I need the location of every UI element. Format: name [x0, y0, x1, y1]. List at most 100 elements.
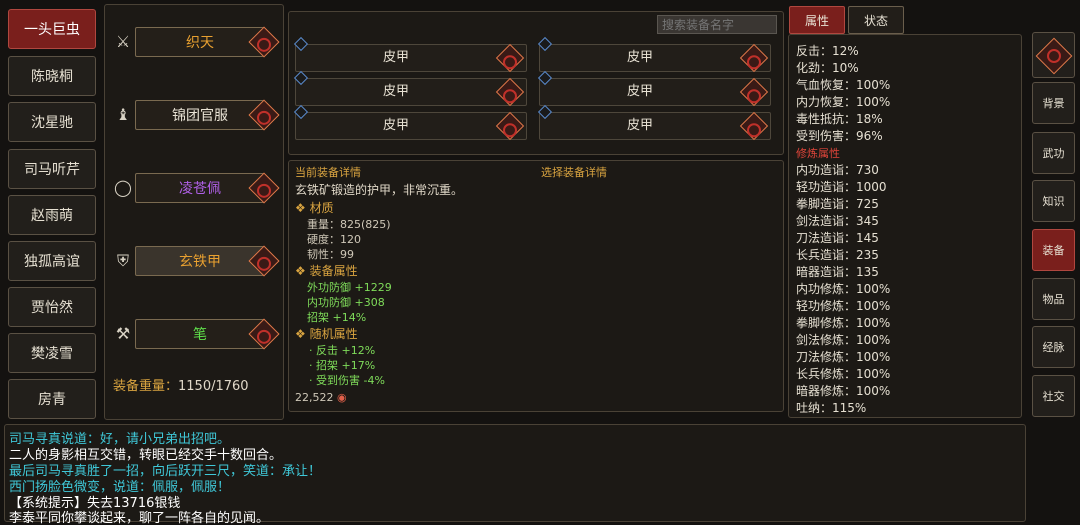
- stat-line: 受到伤害：96%: [796, 129, 883, 143]
- equip-weight-value: 1150/1760: [178, 379, 249, 394]
- character-list: 一头巨虫 陈晓桐 沈星驰 司马听芹 赵雨萌 独孤高谊 贾怡然 樊凌雪 房青: [4, 4, 100, 420]
- equipped-slots-panel: ⚔ 织天 ♝ 锦团官服 ◯ 凌苍佩 ⛨ 玄铁甲 ⚒ 笔 装备重量：1150/17…: [104, 4, 284, 420]
- attr-line: 内功防御 +308: [307, 296, 385, 309]
- stat-line: 剑法造诣：345: [796, 214, 879, 228]
- character-button[interactable]: 独孤高谊: [8, 241, 96, 281]
- sword-icon: ⚔: [115, 32, 131, 51]
- stat-line: 吐纳：115%: [796, 401, 867, 415]
- nav-martial-arts[interactable]: 武功: [1032, 132, 1075, 174]
- equip-icon[interactable]: [495, 77, 525, 107]
- attr-line: 外功防御 +1229: [307, 281, 392, 294]
- stats-section-header: 修炼属性: [796, 147, 840, 160]
- stat-line: 内功造诣：730: [796, 163, 879, 177]
- character-button[interactable]: 一头巨虫: [8, 9, 96, 49]
- search-input[interactable]: [657, 15, 777, 34]
- equip-name: 织天: [135, 27, 265, 57]
- stat-line: 拳脚造诣：725: [796, 197, 879, 211]
- character-button[interactable]: 沈星驰: [8, 102, 96, 142]
- stat-line: 拳脚修炼：100%: [796, 316, 891, 330]
- random-title: ❖ 随机属性: [295, 327, 358, 341]
- item-description: 玄铁矿锻造的护甲，非常沉重。: [295, 183, 464, 197]
- character-button[interactable]: 房青: [8, 379, 96, 419]
- equip-name: 锦团官服: [135, 100, 265, 130]
- equip-slot-tool[interactable]: ⚒ 笔: [105, 314, 285, 354]
- ring-icon: ◯: [114, 178, 132, 197]
- grid-item-name: 皮甲: [382, 118, 409, 133]
- price-value: 22,522: [295, 391, 334, 404]
- tab-status[interactable]: 状态: [848, 6, 904, 34]
- nav-background[interactable]: 背景: [1032, 82, 1075, 124]
- material-line: 韧性：99: [307, 248, 354, 261]
- character-button[interactable]: 陈晓桐: [8, 56, 96, 96]
- equip-slot-clothes[interactable]: ♝ 锦团官服: [105, 95, 285, 135]
- character-button[interactable]: 贾怡然: [8, 287, 96, 327]
- equip-weight: 装备重量：1150/1760: [113, 375, 249, 394]
- nav-items[interactable]: 物品: [1032, 278, 1075, 320]
- equip-weight-label: 装备重量：: [113, 379, 179, 394]
- tab-attributes[interactable]: 属性: [789, 6, 845, 34]
- grid-item[interactable]: 皮甲: [293, 36, 527, 73]
- grid-item-name: 皮甲: [626, 118, 653, 133]
- return-icon: [1035, 37, 1073, 75]
- current-detail-header: 当前装备详情: [295, 166, 361, 179]
- stat-line: 刀法造诣：145: [796, 231, 879, 245]
- grid-item-name: 皮甲: [382, 50, 409, 65]
- material-line: 硬度：120: [307, 233, 361, 246]
- robe-icon: ♝: [115, 105, 131, 124]
- nav-equipment[interactable]: 装备: [1032, 229, 1075, 271]
- equipment-detail-panel: 当前装备详情 选择装备详情 玄铁矿锻造的护甲，非常沉重。 ❖ 材质 重量：825…: [288, 160, 784, 412]
- character-button[interactable]: 司马听芹: [8, 149, 96, 189]
- stats-panel: 反击：12% 化劲：10% 气血恢复：100% 内力恢复：100% 毒性抵抗：1…: [788, 34, 1022, 418]
- nav-meridians[interactable]: 经脉: [1032, 326, 1075, 368]
- nav-social[interactable]: 社交: [1032, 375, 1075, 417]
- nav-knowledge[interactable]: 知识: [1032, 180, 1075, 222]
- stat-line: 暗器造诣：135: [796, 265, 879, 279]
- random-line: · 反击 +12%: [309, 344, 376, 357]
- equip-icon[interactable]: [495, 111, 525, 141]
- random-line: · 招架 +17%: [309, 359, 376, 372]
- equip-name: 玄铁甲: [135, 246, 265, 276]
- equip-name: 凌苍佩: [135, 173, 265, 203]
- stat-line: 气血恢复：100%: [796, 78, 891, 92]
- grid-item[interactable]: 皮甲: [293, 70, 527, 107]
- character-button[interactable]: 赵雨萌: [8, 195, 96, 235]
- equip-icon[interactable]: [739, 111, 769, 141]
- equip-name: 笔: [135, 319, 265, 349]
- stat-line: 暗器修炼：100%: [796, 384, 891, 398]
- equip-icon[interactable]: [739, 43, 769, 73]
- material-line: 重量：825(825): [307, 218, 391, 231]
- grid-item[interactable]: 皮甲: [537, 70, 771, 107]
- stat-line: 剑法修炼：100%: [796, 333, 891, 347]
- attr-line: 招架 +14%: [307, 311, 367, 324]
- coin-icon: ◉: [337, 391, 347, 404]
- equip-slot-accessory[interactable]: ◯ 凌苍佩: [105, 168, 285, 208]
- material-title: ❖ 材质: [295, 201, 334, 215]
- stat-line: 内功修炼：100%: [796, 282, 891, 296]
- grid-item[interactable]: 皮甲: [537, 104, 771, 141]
- select-detail-header: 选择装备详情: [541, 166, 607, 179]
- stat-line: 化劲：10%: [796, 61, 859, 75]
- equip-icon[interactable]: [495, 43, 525, 73]
- stat-line: 轻功修炼：100%: [796, 299, 891, 313]
- attr-title: ❖ 装备属性: [295, 264, 358, 278]
- tool-icon: ⚒: [115, 324, 131, 343]
- character-button[interactable]: 樊凌雪: [8, 333, 96, 373]
- stat-line: 长兵修炼：100%: [796, 367, 891, 381]
- equip-slot-armor[interactable]: ⛨ 玄铁甲: [105, 241, 285, 281]
- stat-line: 刀法修炼：100%: [796, 350, 891, 364]
- equip-slot-weapon[interactable]: ⚔ 织天: [105, 22, 285, 62]
- return-button[interactable]: [1032, 32, 1075, 78]
- grid-item[interactable]: 皮甲: [537, 36, 771, 73]
- log-line: 李泰平同你攀谈起来，聊了一阵各自的见闻。: [9, 511, 270, 525]
- stat-line: 毒性抵抗：18%: [796, 112, 883, 126]
- grid-item-name: 皮甲: [382, 84, 409, 99]
- stat-line: 内力恢复：100%: [796, 95, 891, 109]
- equip-icon[interactable]: [739, 77, 769, 107]
- item-price: 22,522 ◉: [295, 391, 347, 404]
- grid-item[interactable]: 皮甲: [293, 104, 527, 141]
- grid-item-name: 皮甲: [626, 50, 653, 65]
- equipment-grid-panel: 皮甲 皮甲 皮甲 皮甲 皮甲 皮甲: [288, 11, 784, 155]
- stat-line: 轻功造诣：1000: [796, 180, 887, 194]
- grid-item-name: 皮甲: [626, 84, 653, 99]
- stat-line: 反击：12%: [796, 44, 859, 58]
